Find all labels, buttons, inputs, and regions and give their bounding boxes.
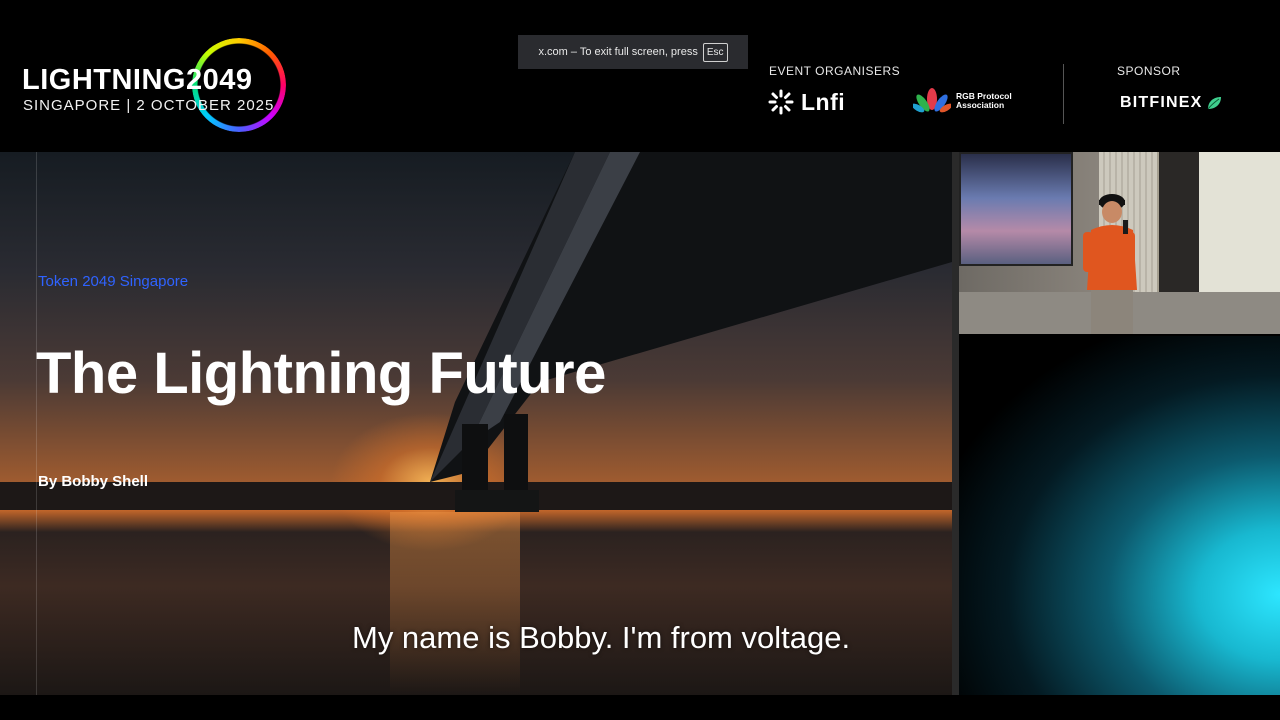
esc-key-badge[interactable]: Esc [702,42,728,62]
slide-guide-line [36,152,37,695]
speaker-camera-feed [959,152,1280,334]
event-subtitle: SINGAPORE | 2 OCTOBER 2025 [23,97,275,114]
camera-screen-display [959,152,1073,266]
sponsor-label: SPONSOR [1117,64,1181,78]
rgb-logo: RGB Protocol Association [913,87,1016,115]
lnfi-name: Lnfi [801,88,846,115]
panel-divider [952,152,959,695]
presentation-slide: Token 2049 Singapore The Lightning Futur… [0,152,952,695]
bridge-illustration [430,152,952,512]
cyan-glow-panel [959,336,1280,695]
fullscreen-notice-text: x.com – To exit full screen, press [538,46,698,58]
leaf-icon [1207,97,1221,110]
rgb-lotus-icon [913,88,951,113]
lnfi-burst-icon [768,89,794,115]
fullscreen-notice: x.com – To exit full screen, press Esc [518,35,748,69]
bitfinex-logo: BITFINEX [1120,94,1222,112]
slide-author: By Bobby Shell [38,473,149,490]
rgb-name: RGB Protocol Association [956,91,1012,110]
speaker-figure [1083,194,1137,334]
organisers-label: EVENT ORGANISERS [769,64,901,78]
lnfi-logo: Lnfi [767,88,845,116]
header-divider [1063,64,1064,124]
slide-tag: Token 2049 Singapore [38,273,189,290]
slide-title: The Lightning Future [36,341,606,406]
subtitle-caption: My name is Bobby. I'm from voltage. [352,620,851,655]
event-title: LIGHTNING2049 [22,64,253,96]
sponsor-name: BITFINEX [1120,94,1203,111]
